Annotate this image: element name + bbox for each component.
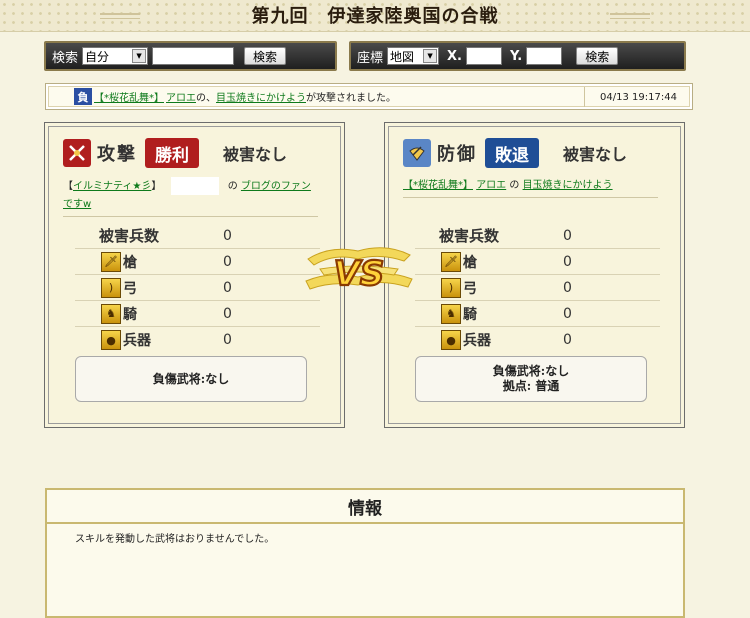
- lose-badge: 負: [74, 88, 92, 105]
- search-button[interactable]: 検索: [244, 47, 287, 65]
- stat-value: 0: [563, 279, 572, 296]
- stat-row-spear: 🗡 槍 0: [415, 249, 660, 275]
- stat-row-cavalry: ♞ 騎 0: [415, 301, 660, 327]
- bow-icon: ): [441, 277, 461, 298]
- stat-value: 0: [223, 253, 232, 270]
- stat-row-total: 被害兵数 0: [75, 223, 320, 249]
- stat-label: 弓: [463, 280, 477, 297]
- stat-row-bow: ) 弓 0: [75, 275, 320, 301]
- defender-damage-text: 被害なし: [563, 145, 628, 164]
- stat-label: 被害兵数: [439, 227, 500, 245]
- page-title: 第九回 伊達家陸奥国の合戦: [251, 6, 499, 27]
- stat-value: 0: [223, 305, 232, 322]
- log-timestamp: 04/13 19:17:44: [584, 87, 692, 107]
- stat-value: 0: [223, 332, 232, 348]
- defender-role-label: 防御: [437, 144, 477, 165]
- stat-row-weapon: ● 兵器 0: [75, 327, 320, 353]
- map-select[interactable]: 地図 ▼: [387, 47, 440, 65]
- search-label: 検索: [52, 50, 79, 66]
- map-select-value: 地図: [390, 49, 415, 64]
- stat-row-cavalry: ♞ 騎 0: [75, 301, 320, 327]
- search-target-value: 自分: [85, 49, 110, 64]
- vs-emblem: VS: [305, 247, 413, 295]
- spear-icon: 🗡: [101, 251, 121, 272]
- defender-panel: 防御 敗退 被害なし 【*桜花乱舞*】 アロエ の 目玉焼きにかけよう 被害兵数…: [384, 122, 685, 428]
- shield-icon: [403, 139, 431, 167]
- stat-label: 騎: [463, 306, 477, 323]
- stat-row-bow: ) 弓 0: [415, 275, 660, 301]
- search-target-select[interactable]: 自分 ▼: [82, 47, 149, 65]
- battle-log: 負 【*桜花乱舞*】 アロエ の、 目玉焼きにかけよう が攻撃されました。 04…: [45, 83, 693, 110]
- defender-stat-table: 被害兵数 0 🗡 槍 0 ) 弓 0 ♞ 騎 0 ● 兵器 0: [415, 223, 660, 353]
- stat-label: 兵器: [463, 333, 491, 349]
- attacker-damage-text: 被害なし: [223, 145, 288, 164]
- defender-wounded-text: 負傷武将:なし: [492, 364, 570, 378]
- lose-badge: 敗退: [485, 138, 539, 168]
- defender-alliance-link[interactable]: 【*桜花乱舞*】: [403, 180, 473, 191]
- siege-weapon-icon: ●: [441, 330, 461, 350]
- defender-of: の: [509, 180, 520, 191]
- chevron-down-icon[interactable]: ▼: [423, 49, 438, 63]
- stat-value: 0: [563, 332, 572, 348]
- attacker-wounded-text: 負傷武将:なし: [152, 371, 230, 386]
- defender-territory-link[interactable]: 目玉焼きにかけよう: [523, 180, 613, 191]
- search-bar: 検索 自分 ▼ 検索: [44, 41, 337, 71]
- y-label: Y.: [509, 48, 523, 64]
- crossed-swords-icon: [63, 139, 91, 167]
- stat-value: 0: [223, 279, 232, 296]
- defender-base-text: 拠点: 普通: [502, 379, 560, 393]
- stat-row-total: 被害兵数 0: [415, 223, 660, 249]
- spear-icon: 🗡: [441, 251, 461, 272]
- defender-header: 防御 敗退 被害なし: [403, 137, 627, 169]
- attacker-stat-table: 被害兵数 0 🗡 槍 0 ) 弓 0 ♞ 騎 0 ● 兵器 0: [75, 223, 320, 353]
- stat-value: 0: [223, 227, 232, 244]
- horse-icon: ♞: [441, 303, 461, 324]
- chevron-down-icon[interactable]: ▼: [132, 49, 147, 63]
- coordinate-label: 座標: [357, 50, 384, 66]
- log-player-link[interactable]: アロエ: [166, 89, 196, 104]
- attacker-role-label: 攻撃: [97, 144, 137, 165]
- bracket-open: 【: [63, 181, 73, 192]
- attacker-player-name[interactable]: [170, 177, 219, 195]
- attacker-header: 攻撃 勝利 被害なし: [63, 137, 287, 169]
- stat-label: 弓: [123, 280, 137, 297]
- info-body: スキルを発動した武将はおりませんでした。: [75, 534, 275, 545]
- defender-wounded-box: 負傷武将:なし 拠点: 普通: [415, 356, 647, 402]
- win-badge: 勝利: [145, 138, 199, 168]
- log-message: が攻撃されました。: [306, 93, 396, 104]
- stat-label: 槍: [463, 254, 477, 271]
- bow-icon: ): [101, 277, 121, 298]
- bracket-close: 】: [151, 181, 162, 192]
- y-coordinate-input[interactable]: [526, 47, 563, 65]
- coordinate-search-button[interactable]: 検索: [576, 47, 619, 65]
- stat-label: 被害兵数: [99, 227, 160, 245]
- attacker-alliance-link[interactable]: イルミナティ★彡: [73, 181, 151, 192]
- stat-row-weapon: ● 兵器 0: [415, 327, 660, 353]
- vs-label: VS: [334, 254, 385, 294]
- info-panel: 情報 スキルを発動した武将はおりませんでした。: [45, 488, 685, 618]
- stat-label: 槍: [123, 254, 137, 271]
- defender-player-link[interactable]: アロエ: [476, 180, 506, 191]
- stat-label: 騎: [123, 306, 137, 323]
- attacker-of: の: [227, 181, 238, 192]
- info-title: 情報: [47, 490, 683, 524]
- search-input[interactable]: [152, 47, 235, 65]
- coordinate-bar: 座標 地図 ▼ X. Y. 検索: [349, 41, 686, 71]
- attacker-name-line: 【イルミナティ★彡】 の ブログのファンですw: [63, 177, 318, 217]
- attacker-wounded-box: 負傷武将:なし: [75, 356, 307, 402]
- siege-weapon-icon: ●: [101, 330, 121, 350]
- stat-row-spear: 🗡 槍 0: [75, 249, 320, 275]
- log-of: の、: [196, 93, 216, 104]
- x-label: X.: [447, 48, 462, 64]
- stat-value: 0: [563, 253, 572, 270]
- stat-value: 0: [563, 227, 572, 244]
- log-territory-link[interactable]: 目玉焼きにかけよう: [216, 89, 306, 104]
- horse-icon: ♞: [101, 303, 121, 324]
- stat-value: 0: [563, 305, 572, 322]
- x-coordinate-input[interactable]: [465, 47, 502, 65]
- defender-name-line: 【*桜花乱舞*】 アロエ の 目玉焼きにかけよう: [403, 177, 658, 198]
- log-alliance-link[interactable]: 【*桜花乱舞*】: [94, 89, 164, 104]
- stat-label: 兵器: [123, 333, 151, 349]
